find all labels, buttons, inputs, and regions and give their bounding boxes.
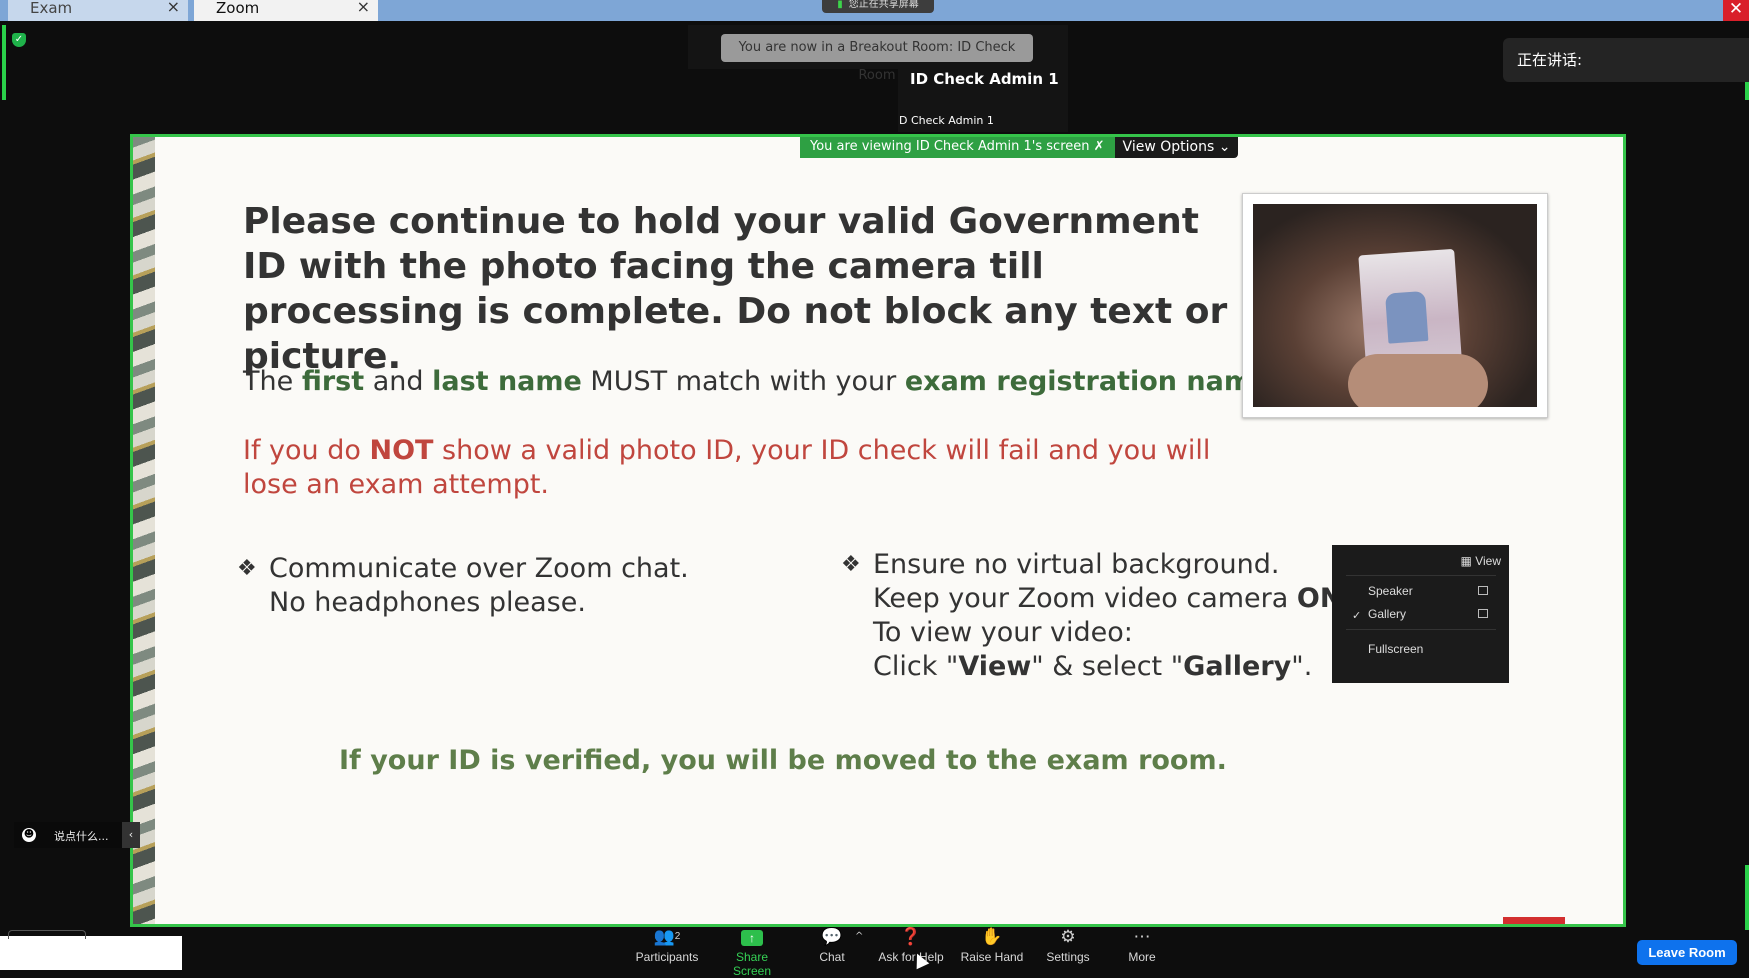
participants-icon: 👥2 [653,927,681,946]
slide-red-marker [1503,917,1565,924]
bullet-right-line4: " & select " [1031,651,1184,682]
raise-hand-button[interactable]: ✋ Raise Hand [958,927,1026,964]
gear-icon: ⚙ [1060,927,1076,946]
window-close-button[interactable]: ✕ [1723,0,1749,21]
signal-bars-icon: ▮ [837,0,843,10]
share-screen-icon: ↑ [716,927,788,947]
tab-zoom-close-icon[interactable]: × [357,0,370,15]
bullet-right-gallery: Gallery [1183,651,1292,682]
checkmark-icon: ✓ [1352,610,1362,622]
more-dots-icon: ⋯ [1133,927,1151,946]
view-menu-title-text: View [1475,554,1501,568]
view-menu-fullscreen: Fullscreen [1368,642,1424,656]
bullet-video: ❖ Ensure no virtual background. Keep you… [841,548,1351,684]
browser-tab-bar: Exam × Zoom × ▮ 您正在共享屏幕 ✕ [0,0,1749,21]
tab-exam[interactable]: Exam × [8,0,188,21]
speaker-name: ID Check Admin 1 [910,70,1059,88]
view-menu-screenshot: ▦ View Speaker ✓ Gallery Fullscreen [1332,545,1509,683]
viewing-screen-notice: You are viewing ID Check Admin 1's scree… [800,137,1115,158]
bullet-right-view: View [958,651,1032,682]
more-label: More [1128,950,1156,964]
bullet-communicate: ❖ Communicate over Zoom chat. No headpho… [237,552,689,620]
id-card-portrait [1385,290,1429,344]
diamond-bullet-icon: ❖ [237,556,257,581]
name-line-text: The [243,366,302,397]
name-match-instruction: The first and last name MUST match with … [243,366,1279,397]
verified-message: If your ID is verified, you will be move… [339,745,1227,776]
slide-decoration-strip [133,137,155,924]
name-line-registration: exam registration name [904,366,1271,397]
bullet-right-line3: To view your video: [873,617,1133,648]
person-holding-id-image [1253,204,1537,407]
bullet-left-line1: Communicate over Zoom chat. [269,553,689,584]
chat-options-caret-icon[interactable]: ^ [855,931,863,942]
warning-text: If you do [243,435,370,466]
chat-placeholder: 说点什么... [54,830,109,843]
settings-label: Settings [1046,950,1090,964]
view-menu-gallery: Gallery [1368,607,1407,621]
bullet-right-line2: Keep your Zoom video camera [873,583,1297,614]
chat-label: Chat [819,950,845,964]
tab-zoom-label: Zoom [216,0,260,17]
speaker-view-icon [1478,586,1488,595]
chevron-down-icon: ⌄ [1218,139,1231,155]
chat-button[interactable]: 💬 Chat [812,927,852,964]
shield-icon: ✓ [12,33,26,47]
share-indicator-label: 您正在共享屏幕 [848,0,919,10]
slide-headline: Please continue to hold your valid Gover… [243,201,1228,377]
leave-room-button[interactable]: Leave Room [1637,940,1737,965]
more-button[interactable]: ⋯ More [1122,927,1162,964]
share-screen-label: Share Screen [732,950,772,978]
view-options-label: View Options [1122,139,1215,155]
hand-icon: ✋ [981,927,1003,946]
breakout-room-notice: You are now in a Breakout Room: ID Check… [721,34,1033,83]
name-line-text: and [364,366,433,397]
emoji-icon[interactable]: ☻ [22,828,36,842]
chat-icon: 💬 [821,927,843,946]
view-menu-title: ▦ View [1460,554,1501,568]
id-example-photo [1242,193,1548,418]
screen-share-indicator[interactable]: ▮ 您正在共享屏幕 [822,0,934,13]
meeting-toolbar: 👥2 Participants ↑ Share Screen 💬 Chat ^ … [0,927,1749,978]
tab-zoom[interactable]: Zoom × [194,0,378,21]
participants-button[interactable]: 👥2 Participants [632,927,702,964]
right-active-edge-lower [1745,865,1749,930]
id-warning: If you do NOT show a valid photo ID, you… [243,434,1223,502]
right-active-edge [1745,82,1749,100]
bullet-left-line2: No headphones please. [269,587,586,618]
view-menu-speaker: Speaker [1368,584,1413,598]
help-icon: ❓ [900,927,922,946]
shared-screen: You are viewing ID Check Admin 1's scree… [130,134,1626,927]
share-screen-button[interactable]: ↑ Share Screen [716,927,788,978]
participants-label: Participants [635,950,699,964]
view-menu-divider [1346,575,1496,576]
settings-button[interactable]: ⚙ Settings [1044,927,1092,964]
view-menu-divider [1346,629,1496,630]
gallery-view-icon [1478,609,1488,618]
name-line-last: last name [432,366,582,397]
warning-not: NOT [369,435,434,466]
viewing-screen-text: You are viewing ID Check Admin 1's scree… [810,139,1090,154]
diamond-bullet-icon: ❖ [841,552,861,577]
pin-icon: ✗ [1093,139,1105,154]
participant-count: 2 [674,931,681,942]
tab-exam-close-icon[interactable]: × [167,0,180,15]
bullet-right-line1: Ensure no virtual background. [873,549,1280,580]
hand-image [1348,354,1488,407]
bullet-right-line4: Click " [873,651,959,682]
name-line-text: MUST match with your [581,366,905,397]
talking-indicator: 正在讲话: [1503,38,1749,82]
left-active-edge [2,25,6,100]
collapse-arrow-icon[interactable]: ‹ [122,822,140,848]
tab-exam-label: Exam [30,0,73,17]
view-banner: You are viewing ID Check Admin 1's scree… [800,137,1239,158]
speaker-small-label: D Check Admin 1 [899,114,994,127]
raise-hand-label: Raise Hand [960,950,1024,964]
reaction-chat-input[interactable]: ☻ 说点什么... ‹ [14,822,140,848]
bullet-right-line4-end: ". [1291,651,1313,682]
talking-label: 正在讲话: [1517,51,1583,69]
view-options-button[interactable]: View Options ⌄ [1114,137,1239,158]
name-line-first: first [301,366,365,397]
